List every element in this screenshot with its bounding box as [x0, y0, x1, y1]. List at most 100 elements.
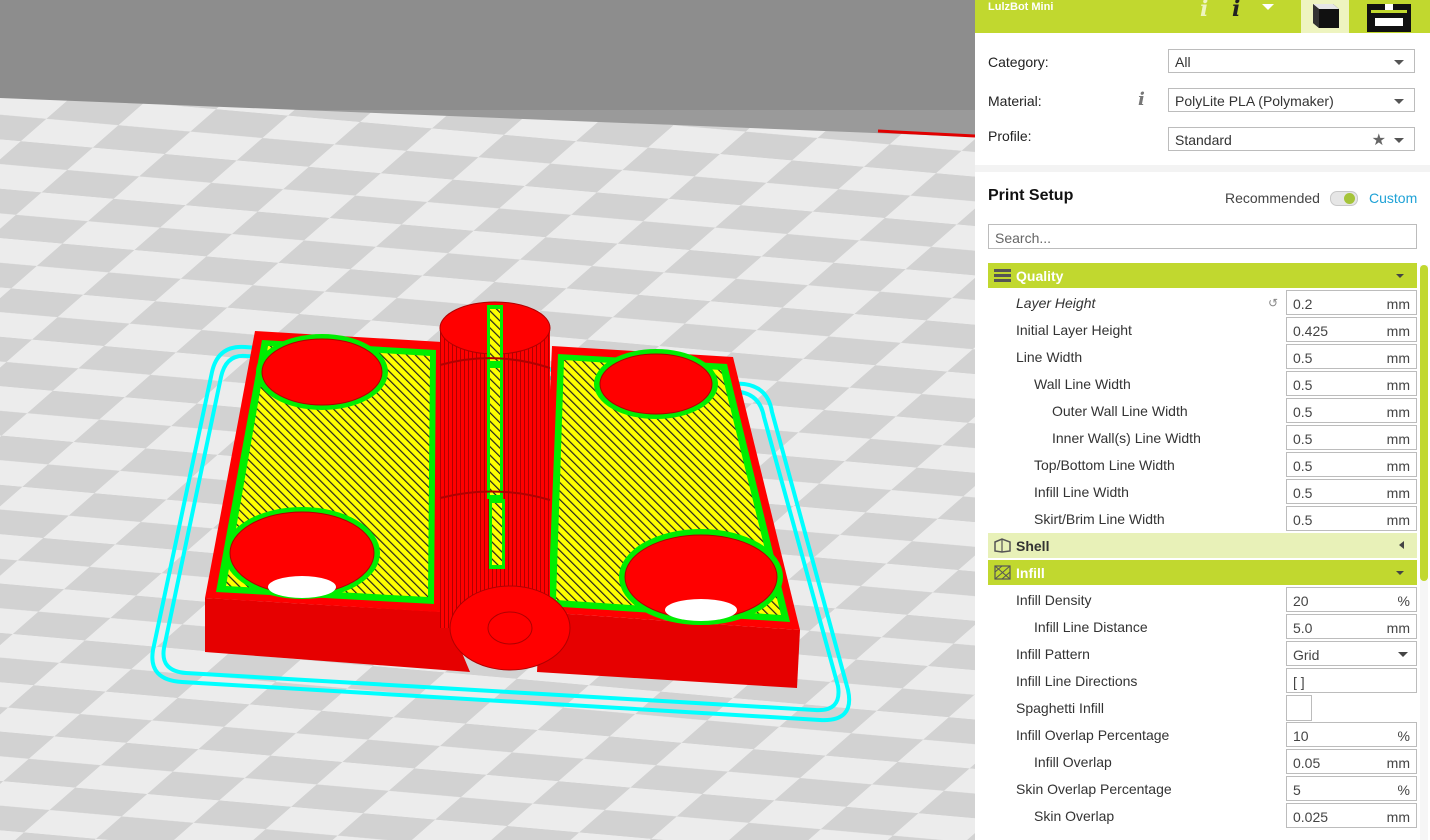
setting-input[interactable]: 20% — [1286, 587, 1417, 612]
setting-unit: % — [1397, 593, 1410, 609]
category-infill[interactable]: Infill — [988, 560, 1417, 585]
setting-label: Initial Layer Height — [1016, 322, 1132, 338]
setting-row-top-bottom-line-width: Top/Bottom Line Width 0.5 mm — [975, 451, 1417, 478]
settings-scrollbar[interactable] — [1420, 265, 1428, 840]
material-info-icon[interactable]: i — [1138, 89, 1145, 110]
setting-unit: mm — [1386, 512, 1410, 528]
chevron-down-icon — [1394, 99, 1404, 104]
monitor-tab[interactable] — [1365, 0, 1413, 33]
scrollbar-thumb[interactable] — [1420, 265, 1428, 581]
printer-icon — [1367, 4, 1411, 32]
setting-row-infill-overlap-percentage: Infill Overlap Percentage 10% — [975, 721, 1417, 748]
setting-value: 0.2 — [1293, 296, 1313, 312]
setting-input[interactable]: 0.5 mm — [1286, 506, 1417, 531]
setting-input[interactable]: [ ] — [1286, 668, 1417, 693]
setting-row-inner-wall-line-width: Inner Wall(s) Line Width 0.5 mm — [975, 424, 1417, 451]
hole-bottom-right — [619, 529, 783, 625]
category-shell-label: Shell — [1016, 538, 1050, 554]
top-bar: LulzBot Mini i i — [975, 0, 1430, 33]
spaghetti-infill-checkbox[interactable] — [1286, 695, 1312, 721]
setting-row-initial-layer-height: Initial Layer Height 0.425 mm — [975, 316, 1417, 343]
setting-label: Line Width — [1016, 349, 1083, 365]
setting-input[interactable]: 0.425 mm — [1286, 317, 1417, 342]
prepare-tab[interactable] — [1301, 0, 1349, 33]
chevron-down-icon — [1394, 60, 1404, 65]
setting-row-line-width: Line Width 0.5 mm — [975, 343, 1417, 370]
infill-pattern-select[interactable]: Grid — [1286, 641, 1417, 666]
setting-label: Outer Wall Line Width — [1052, 403, 1188, 419]
setting-unit: mm — [1386, 809, 1410, 825]
setting-row-infill-line-directions: Infill Line Directions [ ] — [975, 667, 1417, 694]
chevron-down-icon[interactable] — [1262, 4, 1274, 10]
setting-value: 0.5 — [1293, 350, 1313, 366]
category-shell[interactable]: Shell — [988, 533, 1417, 558]
setting-unit: % — [1397, 782, 1410, 798]
setting-row-infill-overlap: Infill Overlap 0.05 mm — [975, 748, 1417, 775]
chevron-down-icon — [1394, 138, 1404, 143]
recommended-mode[interactable]: Recommended — [1225, 190, 1320, 206]
setting-input[interactable]: 5.0 mm — [1286, 614, 1417, 639]
setting-input[interactable]: 0.5 mm — [1286, 479, 1417, 504]
setting-unit: mm — [1386, 377, 1410, 393]
category-quality[interactable]: Quality — [988, 263, 1417, 288]
setting-row-outer-wall-line-width: Outer Wall Line Width 0.5 mm — [975, 397, 1417, 424]
setting-row-layer-height: Layer Height ↺ 0.2 mm — [975, 289, 1417, 316]
setting-value: 0.5 — [1293, 404, 1313, 420]
setting-value: 0.425 — [1293, 323, 1329, 339]
setting-input[interactable]: 0.025 mm — [1286, 803, 1417, 828]
material-label: Material: — [988, 93, 1042, 109]
setting-input[interactable]: 0.5 mm — [1286, 452, 1417, 477]
category-value: All — [1175, 54, 1191, 70]
setting-input[interactable]: 0.05 mm — [1286, 749, 1417, 774]
mode-toggle[interactable] — [1330, 191, 1358, 206]
chevron-down-icon — [1398, 652, 1408, 657]
star-icon[interactable]: ★ — [1372, 130, 1386, 150]
category-select[interactable]: All — [1168, 49, 1415, 73]
setting-value: 0.5 — [1293, 458, 1313, 474]
setting-unit: mm — [1386, 431, 1410, 447]
category-quality-label: Quality — [1016, 268, 1064, 284]
setting-row-skin-overlap: Skin Overlap 0.025 mm — [975, 802, 1417, 829]
setting-value: 10 — [1293, 728, 1309, 744]
setting-label: Layer Height — [1016, 295, 1096, 311]
setting-input[interactable]: 5% — [1286, 776, 1417, 801]
profile-select[interactable]: Standard ★ — [1168, 127, 1415, 151]
setting-row-wall-line-width: Wall Line Width 0.5 mm — [975, 370, 1417, 397]
setting-unit: mm — [1386, 323, 1410, 339]
setting-input[interactable]: 0.5 mm — [1286, 398, 1417, 423]
material-select[interactable]: PolyLite PLA (Polymaker) — [1168, 88, 1415, 112]
settings-search-input[interactable]: Search... — [988, 224, 1417, 249]
setting-label: Wall Line Width — [1034, 376, 1131, 392]
info-icon[interactable]: i — [1200, 0, 1208, 22]
3d-viewport[interactable] — [0, 0, 975, 840]
setting-unit: % — [1397, 728, 1410, 744]
setting-label: Top/Bottom Line Width — [1034, 457, 1175, 473]
setting-unit: mm — [1386, 296, 1410, 312]
chevron-left-icon — [1399, 541, 1404, 549]
toggle-knob — [1344, 193, 1355, 204]
setting-label: Infill Density — [1016, 592, 1092, 608]
setting-value: 0.025 — [1293, 809, 1329, 825]
layers-icon — [994, 269, 1011, 282]
setting-value: 0.5 — [1293, 485, 1313, 501]
reset-icon[interactable]: ↺ — [1268, 296, 1278, 310]
custom-mode[interactable]: Custom — [1369, 190, 1417, 206]
setting-label: Infill Overlap Percentage — [1016, 727, 1170, 743]
setting-label: Infill Overlap — [1034, 754, 1112, 770]
hole-top-left — [256, 334, 388, 410]
printer-name[interactable]: LulzBot Mini — [988, 1, 1053, 13]
infill-icon — [994, 565, 1011, 580]
info-icon-dark[interactable]: i — [1232, 0, 1240, 22]
machine-settings: Category: All Material: i PolyLite PLA (… — [975, 33, 1430, 165]
setting-input[interactable]: 0.5 mm — [1286, 344, 1417, 369]
hole-bottom-left — [224, 507, 380, 599]
setting-row-skirt-brim-line-width: Skirt/Brim Line Width 0.5 mm — [975, 505, 1417, 532]
setting-input[interactable]: 0.2 mm — [1286, 290, 1417, 315]
setting-label: Spaghetti Infill — [1016, 700, 1104, 716]
setting-value: 5 — [1293, 782, 1301, 798]
build-plate-scene — [0, 0, 975, 840]
setting-input[interactable]: 10% — [1286, 722, 1417, 747]
setting-label: Infill Line Distance — [1034, 619, 1148, 635]
setting-input[interactable]: 0.5 mm — [1286, 371, 1417, 396]
setting-input[interactable]: 0.5 mm — [1286, 425, 1417, 450]
